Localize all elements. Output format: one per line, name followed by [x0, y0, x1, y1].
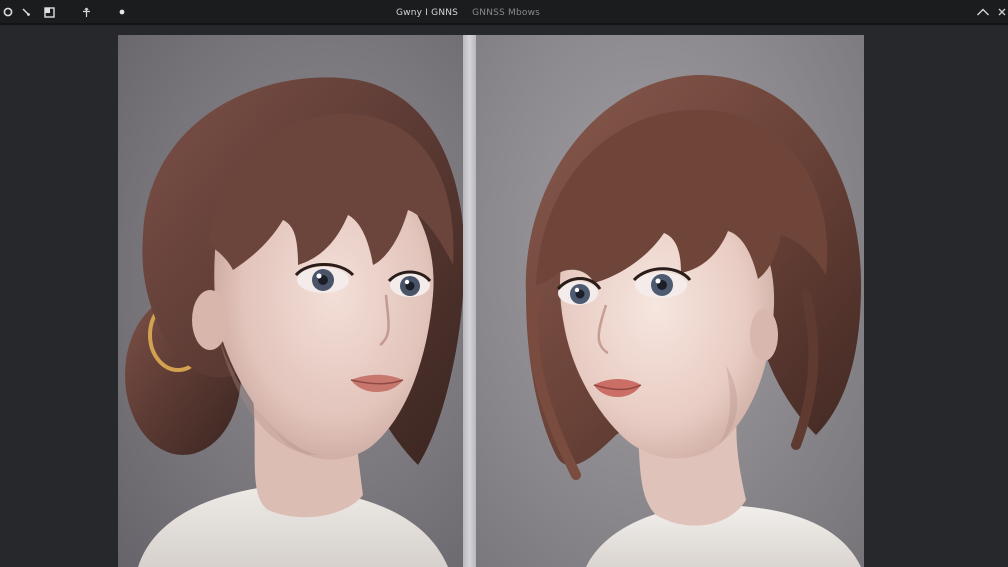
move-arrow-icon[interactable]	[78, 4, 94, 20]
chevron-up-icon[interactable]	[975, 4, 991, 20]
image-viewer-app: Gwny I GNNS GNNSS Mbows	[0, 0, 1008, 567]
top-toolbar: Gwny I GNNS GNNSS Mbows	[0, 0, 1008, 25]
left-portrait-illustration	[125, 77, 463, 567]
window-title-bar: Gwny I GNNS GNNSS Mbows	[396, 6, 540, 20]
right-portrait-illustration	[525, 74, 861, 567]
close-icon[interactable]	[994, 4, 1008, 20]
window-subtitle: GNNSS Mbows	[472, 8, 541, 18]
window-title: Gwny I GNNS	[396, 8, 459, 18]
panel-separator	[463, 35, 476, 567]
layer-square-icon[interactable]	[41, 4, 57, 20]
brush-tool-icon[interactable]	[18, 4, 34, 20]
small-dot-icon[interactable]	[114, 4, 130, 20]
right-portrait-image[interactable]	[476, 35, 864, 567]
left-portrait-image[interactable]	[118, 35, 463, 567]
record-dot-icon[interactable]	[0, 4, 16, 20]
image-canvas	[0, 25, 1008, 567]
